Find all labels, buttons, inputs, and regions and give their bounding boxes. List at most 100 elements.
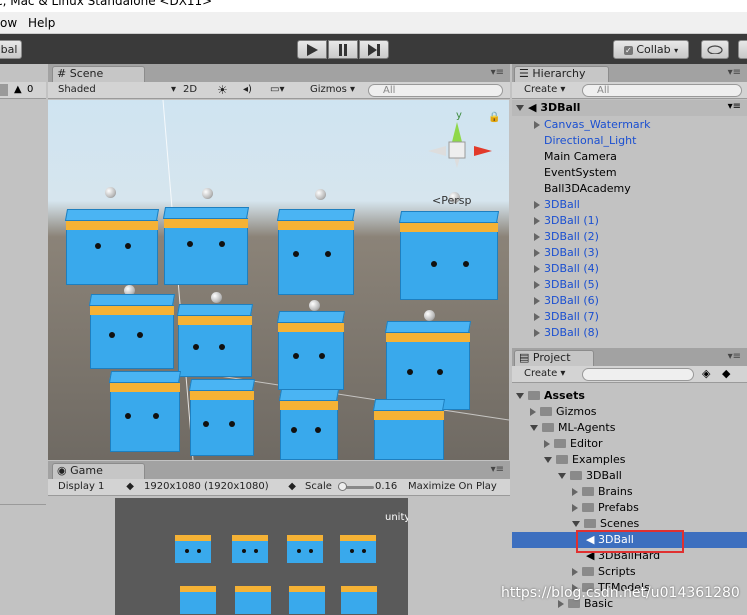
- maximize-on-play-toggle[interactable]: Maximize On Play: [408, 480, 508, 495]
- hierarchy-item[interactable]: EventSystem: [534, 165, 617, 181]
- projection-label[interactable]: <Persp: [432, 194, 471, 207]
- hierarchy-item[interactable]: 3DBall (6): [534, 293, 599, 309]
- expand-icon[interactable]: [534, 249, 540, 257]
- project-search-input[interactable]: [582, 368, 694, 381]
- expand-icon[interactable]: [534, 281, 540, 289]
- scene-viewport[interactable]: y <Persp 🔒: [48, 100, 509, 460]
- panel-menu-icon[interactable]: ▾≡: [728, 351, 741, 362]
- folder-icon: [584, 518, 596, 528]
- hierarchy-create-button[interactable]: Create ▾: [524, 83, 565, 98]
- expand-icon[interactable]: [572, 488, 578, 496]
- panel-menu-icon[interactable]: ▾≡: [491, 464, 504, 475]
- display-dropdown[interactable]: Display 1 ◆: [58, 480, 134, 495]
- scale-slider-handle[interactable]: [338, 482, 347, 491]
- game-control-bar: Display 1 ◆ 1920x1080 (1920x1080) ◆ Scal…: [48, 479, 510, 496]
- panel-menu-icon[interactable]: ▾≡: [491, 67, 504, 78]
- project-folder-item[interactable]: ML-Agents: [512, 420, 747, 436]
- tab-project[interactable]: ▤ Project: [514, 350, 594, 366]
- hierarchy-item[interactable]: 3DBall (3): [534, 245, 599, 261]
- hierarchy-item[interactable]: Canvas_Watermark: [534, 117, 651, 133]
- collapse-icon[interactable]: [544, 457, 552, 463]
- hierarchy-item[interactable]: Directional_Light: [534, 133, 636, 149]
- expand-icon[interactable]: [534, 297, 540, 305]
- project-item-label: Prefabs: [598, 501, 639, 514]
- agent-cube: [180, 586, 216, 614]
- expand-icon[interactable]: [534, 265, 540, 273]
- hierarchy-item[interactable]: 3DBall (8): [534, 325, 599, 341]
- collapse-icon[interactable]: [558, 473, 566, 479]
- scale-label: Scale: [305, 481, 332, 492]
- lighting-icon[interactable]: ☀: [217, 83, 228, 98]
- collapse-icon[interactable]: [530, 425, 538, 431]
- cloud-button[interactable]: [701, 40, 729, 59]
- expand-icon[interactable]: [534, 201, 540, 209]
- effects-icon[interactable]: ▭▾: [270, 83, 284, 98]
- scene-header-row[interactable]: ◀ 3DBall ▾≡: [512, 100, 747, 116]
- collapse-icon[interactable]: [516, 105, 524, 111]
- 2d-toggle[interactable]: 2D: [183, 83, 197, 98]
- audio-icon[interactable]: ◂): [243, 83, 252, 98]
- scale-slider[interactable]: [338, 482, 374, 491]
- menu-item-help[interactable]: Help: [28, 16, 55, 30]
- lock-icon[interactable]: 🔒: [488, 112, 500, 123]
- game-viewport[interactable]: unity: [115, 498, 408, 615]
- project-folder-item[interactable]: 3DBall: [512, 468, 747, 484]
- expand-icon[interactable]: [544, 440, 550, 448]
- expand-icon[interactable]: [534, 233, 540, 241]
- step-button[interactable]: [359, 40, 389, 59]
- hierarchy-item[interactable]: 3DBall: [534, 197, 580, 213]
- collab-button[interactable]: ✓ Collab ▾: [613, 40, 689, 59]
- hierarchy-item[interactable]: 3DBall (5): [534, 277, 599, 293]
- expand-icon[interactable]: [572, 504, 578, 512]
- expand-icon[interactable]: [534, 313, 540, 321]
- expand-icon[interactable]: [558, 600, 564, 608]
- project-folder-item[interactable]: Gizmos: [512, 404, 747, 420]
- hierarchy-item-label: Main Camera: [544, 150, 617, 163]
- filter-type-icon[interactable]: ◈: [702, 367, 710, 380]
- hierarchy-item[interactable]: 3DBall (7): [534, 309, 599, 325]
- folder-icon: [554, 438, 566, 448]
- gizmos-dropdown[interactable]: Gizmos ▾: [310, 83, 355, 98]
- expand-icon[interactable]: [534, 217, 540, 225]
- project-folder-item[interactable]: Brains: [512, 484, 747, 500]
- expand-icon[interactable]: [534, 329, 540, 337]
- collapse-icon[interactable]: [516, 393, 524, 399]
- project-folder-item[interactable]: Prefabs: [512, 500, 747, 516]
- orientation-gizmo[interactable]: y: [424, 108, 494, 188]
- panel-menu-icon[interactable]: ▾≡: [728, 67, 741, 78]
- hierarchy-item[interactable]: 3DBall (2): [534, 229, 599, 245]
- project-folder-item[interactable]: Examples: [512, 452, 747, 468]
- project-create-button[interactable]: Create ▾: [524, 367, 565, 382]
- hierarchy-item[interactable]: Ball3DAcademy: [534, 181, 631, 197]
- scene-menu-icon[interactable]: ▾≡: [728, 101, 741, 112]
- play-button[interactable]: [297, 40, 327, 59]
- project-control-bar: Create ▾ ◈ ◆: [512, 366, 747, 383]
- shading-mode-dropdown[interactable]: Shaded ▾: [58, 83, 176, 98]
- tab-game[interactable]: ◉ Game: [52, 463, 145, 479]
- expand-icon[interactable]: [534, 121, 540, 129]
- agent-cube: [372, 399, 446, 460]
- scene-search-input[interactable]: All: [368, 84, 503, 97]
- hierarchy-item[interactable]: 3DBall (1): [534, 213, 599, 229]
- scene-control-bar: Shaded ▾ 2D ☀ ◂) ▭▾ Gizmos ▾ All: [48, 82, 510, 99]
- filter-label-icon[interactable]: ◆: [722, 367, 730, 380]
- tab-scene[interactable]: # Scene: [52, 66, 145, 82]
- expand-icon[interactable]: [572, 568, 578, 576]
- resolution-dropdown[interactable]: 1920x1080 (1920x1080) ◆: [144, 480, 296, 495]
- hierarchy-item[interactable]: 3DBall (4): [534, 261, 599, 277]
- hierarchy-item[interactable]: Main Camera: [534, 149, 617, 165]
- check-icon: ✓: [623, 46, 633, 55]
- project-folder-item[interactable]: Assets: [512, 388, 747, 404]
- project-folder-item[interactable]: Scripts: [512, 564, 747, 580]
- account-button[interactable]: [738, 40, 747, 59]
- pause-button[interactable]: [328, 40, 358, 59]
- hierarchy-search-input[interactable]: All: [582, 84, 742, 97]
- collapse-icon[interactable]: [572, 521, 580, 527]
- project-folder-item[interactable]: Editor: [512, 436, 747, 452]
- menu-item-window[interactable]: ow: [0, 16, 17, 30]
- expand-icon[interactable]: [530, 408, 536, 416]
- global-toggle-button[interactable]: bal: [0, 40, 22, 59]
- tab-hierarchy[interactable]: ☰ Hierarchy: [514, 66, 609, 82]
- layers-button[interactable]: [0, 84, 8, 96]
- hierarchy-tab-label: Hierarchy: [532, 67, 586, 80]
